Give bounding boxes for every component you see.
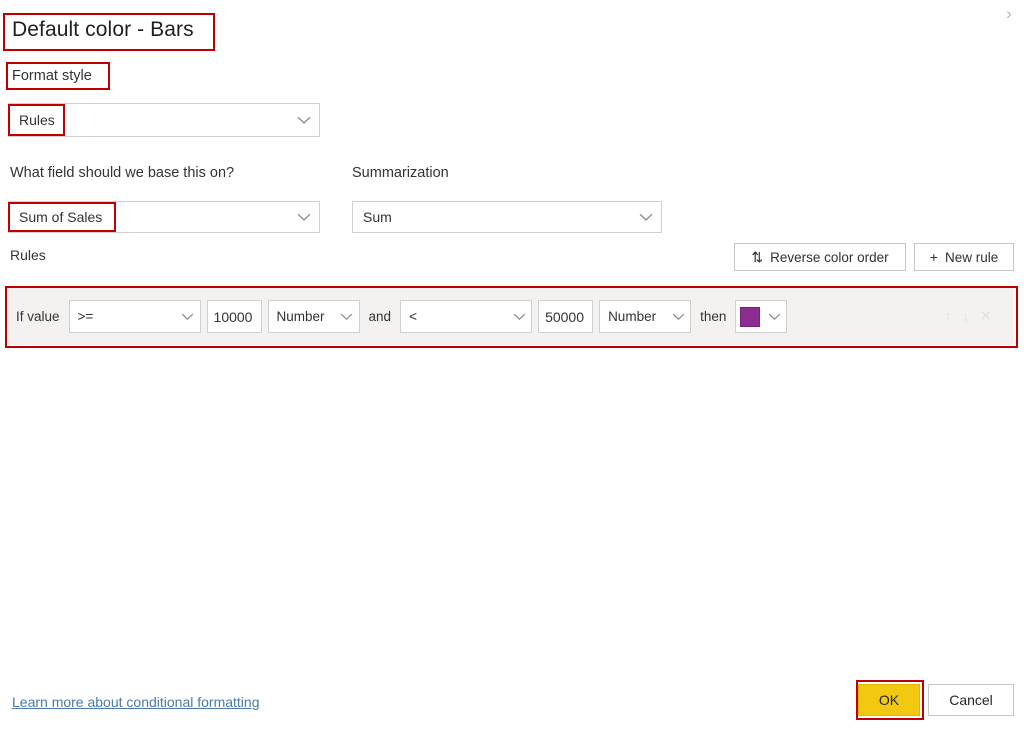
chevron-down-icon (765, 313, 783, 321)
page-title: Default color - Bars (12, 18, 194, 41)
rule-actions: ↑ ↓ ✕ (944, 309, 1014, 324)
operator-max-dropdown[interactable]: < (400, 300, 533, 333)
chevron-down-icon (509, 313, 529, 321)
conditional-formatting-dialog: › Default color - Bars Format style Rule… (0, 0, 1024, 731)
chevron-down-icon (668, 313, 688, 321)
summarization-dropdown[interactable]: Sum (352, 201, 662, 233)
reverse-color-order-label: Reverse color order (770, 249, 889, 265)
reverse-color-order-button[interactable]: ⇅ Reverse color order (734, 243, 906, 271)
plus-icon: + (929, 249, 938, 265)
new-rule-label: New rule (944, 249, 999, 265)
ok-button[interactable]: OK (858, 684, 920, 716)
base-field-dropdown[interactable]: Sum of Sales (8, 201, 320, 233)
value-min-text: 10000 (213, 308, 253, 325)
operator-max-value: < (409, 309, 417, 324)
move-rule-down-icon[interactable]: ↓ (962, 309, 970, 324)
rules-section-label: Rules (10, 247, 46, 263)
if-value-label: If value (16, 309, 60, 324)
reverse-order-icon: ⇅ (751, 249, 764, 265)
delete-rule-icon[interactable]: ✕ (979, 309, 992, 324)
rule-row: If value >= 10000 Number and < 50000 Num… (8, 288, 1014, 345)
format-style-value: Rules (19, 112, 55, 128)
format-style-label: Format style (12, 68, 92, 84)
operator-min-value: >= (77, 309, 94, 324)
unit-max-dropdown[interactable]: Number (599, 300, 692, 333)
cancel-button[interactable]: Cancel (928, 684, 1014, 716)
learn-more-link[interactable]: Learn more about conditional formatting (12, 694, 259, 710)
then-label: then (700, 309, 727, 324)
summarization-label: Summarization (352, 165, 449, 181)
chevron-down-icon (178, 313, 198, 321)
unit-max-value: Number (608, 309, 657, 324)
unit-min-value: Number (276, 309, 325, 324)
summarization-value: Sum (363, 209, 392, 225)
color-swatch (740, 306, 761, 327)
chevron-down-icon (293, 213, 315, 222)
value-max-input[interactable]: 50000 (538, 300, 594, 333)
chevron-down-icon (337, 313, 357, 321)
operator-min-dropdown[interactable]: >= (68, 300, 201, 333)
unit-min-dropdown[interactable]: Number (267, 300, 360, 333)
chevron-down-icon (293, 116, 315, 125)
format-style-dropdown[interactable]: Rules (8, 103, 320, 137)
chevron-down-icon (635, 213, 657, 222)
base-field-label: What field should we base this on? (10, 165, 235, 181)
chevron-right-icon[interactable]: › (998, 2, 1020, 24)
new-rule-button[interactable]: + New rule (914, 243, 1014, 271)
and-label: and (368, 309, 392, 324)
value-max-text: 50000 (545, 308, 584, 325)
value-min-input[interactable]: 10000 (206, 300, 262, 333)
move-rule-up-icon[interactable]: ↑ (944, 309, 952, 324)
base-field-value: Sum of Sales (19, 209, 103, 225)
rule-color-picker[interactable] (735, 300, 788, 333)
